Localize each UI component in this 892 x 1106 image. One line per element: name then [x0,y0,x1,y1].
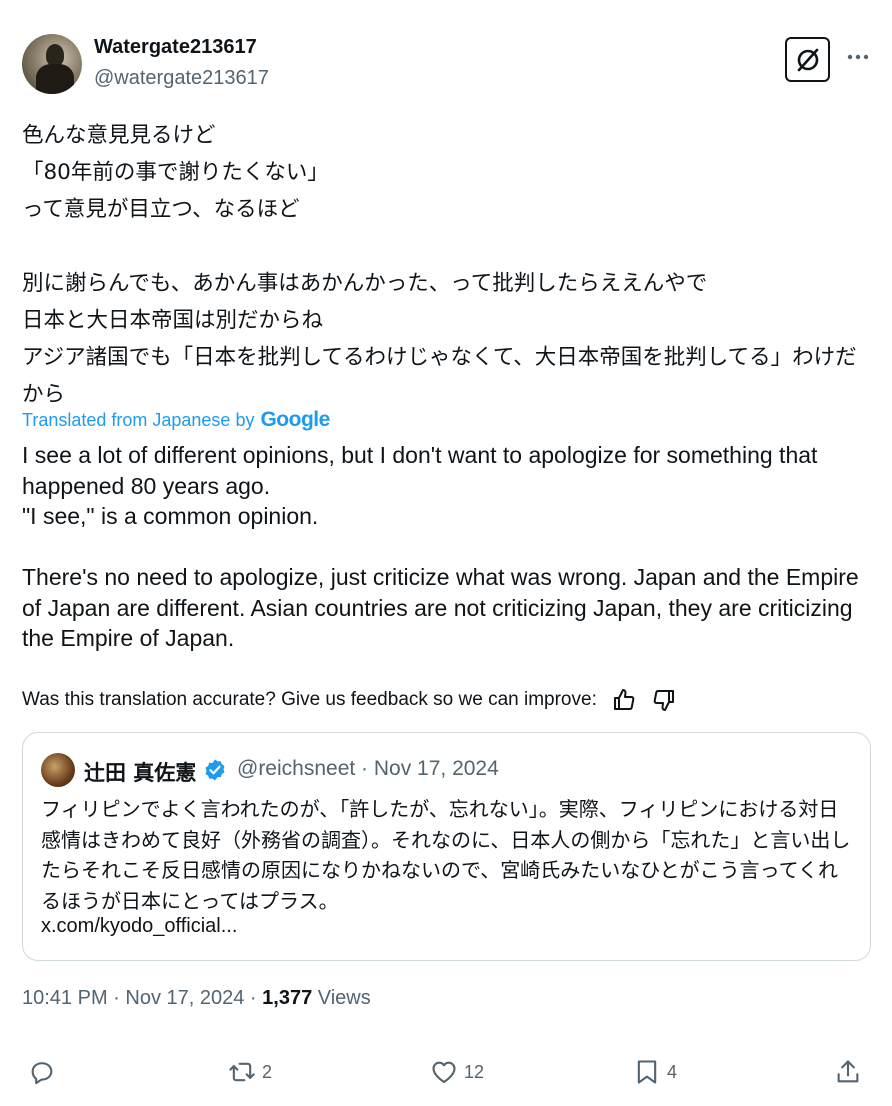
author-handle[interactable]: @watergate213617 [94,67,269,90]
views-label: Views [312,987,371,1009]
bookmark-button[interactable]: 4 [633,1058,677,1086]
quoted-tweet[interactable]: 辻田 真佐憲 @reichsneet · Nov 17, 2024 フィリピンで… [22,732,871,961]
bookmark-count: 4 [667,1061,678,1082]
share-button[interactable] [834,1058,862,1086]
retweet-button[interactable]: 2 [228,1058,272,1086]
like-count: 12 [464,1061,485,1082]
google-logo: Google [260,408,330,431]
quoted-link[interactable]: x.com/kyodo_official... [41,915,237,938]
thumbs-down-icon [653,690,674,711]
more-options-button[interactable] [845,44,871,70]
more-icon [847,54,869,60]
action-bar: 2 12 4 [0,1058,892,1094]
translated-label: Translated from Japanese by [22,409,255,430]
reply-button[interactable] [28,1058,62,1086]
feedback-prompt: Was this translation accurate? Give us f… [22,689,597,710]
author-name[interactable]: Watergate213617 [94,36,257,59]
heart-icon [432,1061,456,1083]
quoted-meta[interactable]: @reichsneet · Nov 17, 2024 [237,757,499,781]
reply-icon [31,1062,53,1085]
tweet-timestamp: 10:41 PM · Nov 17, 2024 · 1,377 Views [22,987,371,1010]
quoted-author-name[interactable]: 辻田 真佐憲 [84,757,196,787]
translation-attribution[interactable]: Translated from Japanese by Google [22,408,330,432]
thumbs-down-button[interactable] [651,687,677,713]
share-icon [837,1060,859,1083]
thumbs-up-icon [613,689,635,710]
thumbs-up-button[interactable] [611,687,637,713]
avatar-body [36,64,74,94]
tweet-text-translated: I see a lot of different opinions, but I… [22,442,859,651]
grok-button[interactable] [785,37,830,82]
retweet-count: 2 [262,1061,273,1082]
verified-badge-icon [205,759,225,781]
tweet-text-original: 色んな意見見るけど 「80年前の事で謝りたくない」 って意見が目立つ、なるほど … [22,123,857,407]
avatar-figure [46,44,64,66]
author-avatar[interactable] [22,34,82,94]
quoted-text: フィリピンでよく言われたのが、「許したが、忘れない」。実際、フィリピンにおける対… [41,797,851,913]
time-date[interactable]: 10:41 PM · Nov 17, 2024 · [22,987,262,1009]
bookmark-icon [637,1060,657,1084]
retweet-icon [229,1062,255,1082]
grok-icon [797,48,818,71]
translation-feedback: Was this translation accurate? Give us f… [22,687,677,713]
quoted-author-avatar[interactable] [41,753,75,787]
views-count: 1,377 [262,987,313,1009]
like-button[interactable]: 12 [430,1058,484,1086]
